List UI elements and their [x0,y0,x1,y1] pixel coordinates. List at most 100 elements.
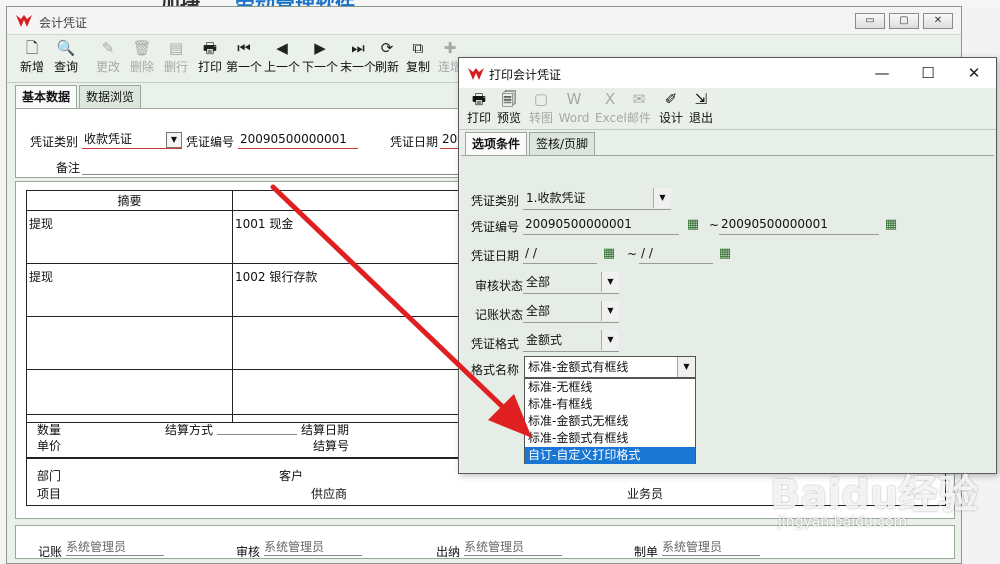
print-voucher-dialog: 打印会计凭证 — ☐ ✕ 🖶 打印 🗐 预览 ▢ 转图 W Word X Excel ✉ 邮件 ✐ 设计 ⇲… [458,57,997,474]
row-summary[interactable]: 提现 [26,210,233,264]
main-toolbar-button-8[interactable]: ▶ 下一个 [301,37,339,81]
dialog-toolbar-label: Excel [595,111,627,125]
format-option[interactable]: 标准-金额式有框线 [525,430,695,447]
watermark-url: jingyan.baidu.com [778,514,908,530]
main-toolbar-label: 删行 [163,60,188,74]
format-option[interactable]: 标准-有框线 [525,396,695,413]
calendar-icon[interactable]: ▦ [601,246,617,262]
audit-status-select[interactable]: 全部 ▼ [523,272,619,294]
dialog-toolbar-button-3[interactable]: W Word [557,88,591,130]
dialog-toolbar-button-7[interactable]: ⇲ 退出 [687,88,715,130]
main-toolbar-label: 打印 [197,60,222,74]
dialog-toolbar-label: Word [558,111,590,125]
prev-icon: ◀ [276,39,288,57]
dialog-tabs: 选项条件 签核/页脚 [465,132,597,156]
print-voucher-type-select[interactable]: 1.收款凭证 ▼ [523,188,671,210]
design-icon: ✐ [664,90,678,108]
salesman-label: 业务员 [627,487,664,501]
voucher-no-to-field[interactable]: 20090500000001 [719,215,879,235]
settle-method-field[interactable] [217,419,297,435]
chevron-down-icon[interactable]: ▼ [601,301,619,321]
main-title-bar[interactable]: 会计凭证 ▭ ▢ ✕ [7,7,961,35]
main-toolbar-label: 复制 [405,60,430,74]
audit-status-value: 全部 [526,275,551,289]
restore-button[interactable]: ▢ [889,13,919,29]
settle-date-label: 结算日期 [301,423,350,437]
voucher-no-label: 凭证编号 [186,135,235,149]
main-toolbar-button-1[interactable]: 🔍 查询 [51,37,81,81]
main-toolbar-button-7[interactable]: ◀ 上一个 [263,37,301,81]
audited-by-value: 系统管理员 [264,538,362,556]
date-from-field[interactable]: / / [523,244,597,264]
dialog-toolbar-label: 邮件 [626,111,651,125]
row-summary[interactable] [26,316,233,370]
lookup-icon[interactable]: ▦ [685,217,701,233]
dialog-maximize-button[interactable]: ☐ [915,62,941,84]
tab-signoff-footer[interactable]: 签核/页脚 [529,132,596,156]
new-doc-icon: 🗋 [25,39,39,57]
tab-basic-data[interactable]: 基本数据 [15,85,78,109]
format-option[interactable]: 标准-无框线 [525,379,695,396]
printer-icon: 🖶 [202,39,218,57]
date-to-field[interactable]: / / [639,244,713,264]
last-icon: ⏭ [351,39,365,57]
supplier-label: 供应商 [311,487,348,501]
dialog-toolbar-button-1[interactable]: 🗐 预览 [495,88,523,130]
watermark-brand: Baidu经验 [770,472,979,518]
main-toolbar-button-5[interactable]: 🖶 打印 [195,37,225,81]
voucher-format-select[interactable]: 金额式 ▼ [523,330,619,352]
dialog-options-panel: 凭证类别 1.收款凭证 ▼ 凭证编号 20090500000001 ▦ ~ 20… [461,155,994,472]
format-option[interactable]: 标准-金额式无框线 [525,413,695,430]
voucher-no-from-field[interactable]: 20090500000001 [523,215,679,235]
dialog-toolbar-button-2[interactable]: ▢ 转图 [527,88,555,130]
voucher-no-field[interactable]: 20090500000001 [238,131,358,149]
dialog-toolbar-button-6[interactable]: ✐ 设计 [657,88,685,130]
main-toolbar-label: 末一个 [339,60,376,74]
format-name-select[interactable]: 标准-金额式有框线 ▼ [524,356,696,378]
dialog-toolbar-button-0[interactable]: 🖶 打印 [465,88,493,130]
remark-field[interactable] [82,157,462,175]
minimize-button[interactable]: ▭ [855,13,885,29]
print-voucher-date-label: 凭证日期 [471,249,520,263]
print-voucher-type-label: 凭证类别 [471,194,520,208]
chevron-down-icon[interactable]: ▼ [653,188,671,208]
cashier-label: 出纳 [436,545,461,559]
dialog-toolbar: 🖶 打印 🗐 预览 ▢ 转图 W Word X Excel ✉ 邮件 ✐ 设计 ⇲ 退出 [459,88,996,130]
format-name-label: 格式名称 [471,363,520,377]
main-toolbar-button-11[interactable]: ⧉ 复制 [403,37,433,81]
dialog-toolbar-label: 设计 [658,111,683,125]
calendar-icon[interactable]: ▦ [717,246,733,262]
main-toolbar-button-4[interactable]: ▤ 删行 [161,37,191,81]
main-toolbar-button-6[interactable]: ⏮ 第一个 [225,37,263,81]
voucher-type-dropdown-icon[interactable]: ▼ [166,132,182,148]
chevron-down-icon[interactable]: ▼ [601,330,619,350]
dialog-minimize-button[interactable]: — [869,62,895,84]
dialog-toolbar-label: 退出 [688,111,713,125]
posting-status-value: 全部 [526,304,551,318]
unit-price-label: 单价 [37,439,62,453]
format-name-value: 标准-金额式有框线 [528,360,629,374]
tab-data-browse[interactable]: 数据浏览 [79,85,142,109]
lookup-icon[interactable]: ▦ [883,217,899,233]
pencil-icon: ✎ [101,39,115,57]
refresh-icon: ⟳ [380,39,394,57]
posting-status-select[interactable]: 全部 ▼ [523,301,619,323]
format-option[interactable]: 自订-自定义打印格式 [525,447,695,464]
chevron-down-icon[interactable]: ▼ [677,357,695,377]
tab-options[interactable]: 选项条件 [465,132,528,156]
main-toolbar-button-10[interactable]: ⟳ 刷新 [373,37,401,81]
row-summary[interactable]: 提现 [26,263,233,317]
main-toolbar-button-2[interactable]: ✎ 更改 [93,37,123,81]
dialog-close-button[interactable]: ✕ [961,62,987,84]
dialog-toolbar-label: 转图 [528,111,553,125]
dialog-toolbar-button-4[interactable]: X Excel [595,88,627,130]
range-separator: ~ [709,218,720,232]
close-button[interactable]: ✕ [923,13,953,29]
main-toolbar-button-3[interactable]: 🗑 删除 [127,37,157,81]
print-voucher-type-value: 1.收款凭证 [526,191,586,205]
dialog-toolbar-button-5[interactable]: ✉ 邮件 [625,88,653,130]
dialog-title-bar[interactable]: 打印会计凭证 — ☐ ✕ [459,58,996,88]
main-toolbar-button-9[interactable]: ⏭ 末一个 [339,37,377,81]
chevron-down-icon[interactable]: ▼ [601,272,619,292]
main-toolbar-button-0[interactable]: 🗋 新增 [17,37,47,81]
